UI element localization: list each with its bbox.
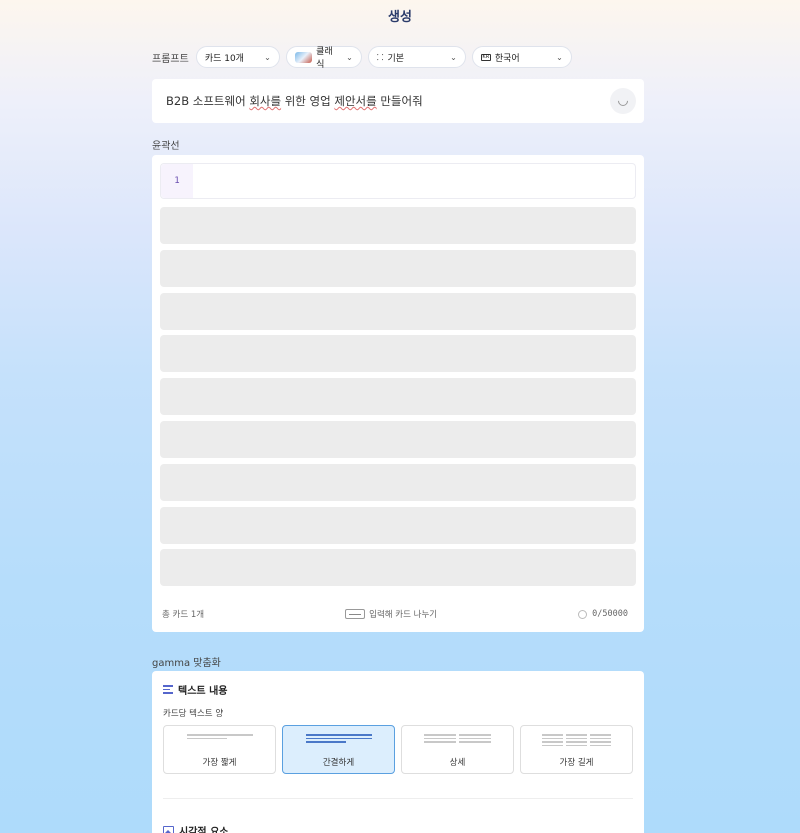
split-hint-text: 입력해 카드 나누기 (369, 610, 438, 620)
language-icon: KR (480, 53, 491, 61)
prompt-text: B2B 소프트웨어 회사를 위한 영업 제안서를 만들어줘 (166, 94, 423, 108)
regenerate-button[interactable] (610, 88, 636, 114)
language-value: 한국어 (494, 53, 520, 64)
card-count-value: 카드 10개 (204, 53, 244, 64)
split-hint: 입력해 카드 나누기 (345, 608, 437, 620)
option-label: 가장 길게 (559, 758, 594, 768)
theme-dropdown[interactable]: 클래식 ⌄ (285, 46, 362, 70)
card-count-dropdown[interactable]: 카드 10개 ⌄ (195, 46, 280, 68)
customize-label: gamma 맞춤화 (152, 658, 221, 669)
text-amount-label: 카드당 텍스트 양 (163, 709, 224, 719)
text-content-heading: 텍스트 내용 (163, 682, 227, 697)
outline-label: 윤곽선 (152, 141, 180, 152)
loading-skeleton-row (160, 378, 636, 415)
theme-value: 클래식 (316, 47, 333, 70)
option-label: 간결하게 (322, 758, 355, 768)
outline-card[interactable]: 1 (160, 163, 636, 199)
text-lines-icon (163, 685, 173, 694)
theme-thumbnail-icon (294, 51, 313, 63)
option-label: 가장 짧게 (202, 758, 237, 768)
keyboard-divider-icon (345, 609, 366, 619)
char-counter: 0/50000 (578, 609, 628, 619)
option-concise[interactable]: 간결하게 (282, 725, 395, 774)
chevron-down-icon: ⌄ (346, 52, 353, 62)
loading-skeleton-row (160, 293, 636, 330)
loading-spinner-icon (615, 93, 631, 109)
aspect-ratio-icon: ⸬ (376, 52, 384, 62)
customize-panel: 텍스트 내용 카드당 텍스트 양 가장 짧게 간결하게 상세 가장 길게 시각적… (152, 671, 644, 833)
visual-elements-heading: 시각적 요소 (163, 823, 228, 833)
outline-panel: 1 총 카드 1개 입력해 카드 나누기 0/50000 (152, 155, 644, 632)
option-label: 상세 (449, 758, 466, 768)
option-shortest[interactable]: 가장 짧게 (163, 725, 276, 774)
text-amount-options: 가장 짧게 간결하게 상세 가장 길게 (163, 725, 633, 774)
option-longest[interactable]: 가장 길게 (520, 725, 633, 774)
prompt-label: 프롬프트 (152, 53, 189, 65)
card-size-dropdown[interactable]: ⸬ 기본 ⌄ (367, 46, 466, 68)
chevron-down-icon: ⌄ (264, 52, 271, 62)
page-title: 생성 (388, 10, 412, 25)
loading-skeleton-row (160, 207, 636, 244)
card-number: 1 (161, 164, 193, 198)
chevron-down-icon: ⌄ (556, 52, 563, 62)
loading-skeleton-row (160, 335, 636, 372)
loading-skeleton-row (160, 464, 636, 501)
prompt-toolbar: 프롬프트 카드 10개 ⌄ 클래식 ⌄ ⸬ 기본 ⌄ KR 한국어 ⌄ (152, 46, 572, 70)
loading-skeleton-row (160, 549, 636, 586)
loading-skeleton-row (160, 421, 636, 458)
chevron-down-icon: ⌄ (450, 52, 457, 62)
image-icon (163, 826, 174, 833)
section-divider (163, 798, 633, 799)
char-count-text: 0/50000 (592, 609, 628, 619)
progress-circle-icon (578, 609, 588, 619)
language-dropdown[interactable]: KR 한국어 ⌄ (471, 46, 572, 68)
outline-footer: 총 카드 1개 입력해 카드 나누기 0/50000 (162, 607, 628, 621)
option-detailed[interactable]: 상세 (401, 725, 514, 774)
loading-skeleton-row (160, 250, 636, 287)
prompt-input[interactable]: B2B 소프트웨어 회사를 위한 영업 제안서를 만들어줘 (152, 79, 644, 123)
loading-skeleton-row (160, 507, 636, 544)
total-cards-count: 총 카드 1개 (162, 610, 205, 620)
card-size-value: 기본 (387, 53, 405, 64)
